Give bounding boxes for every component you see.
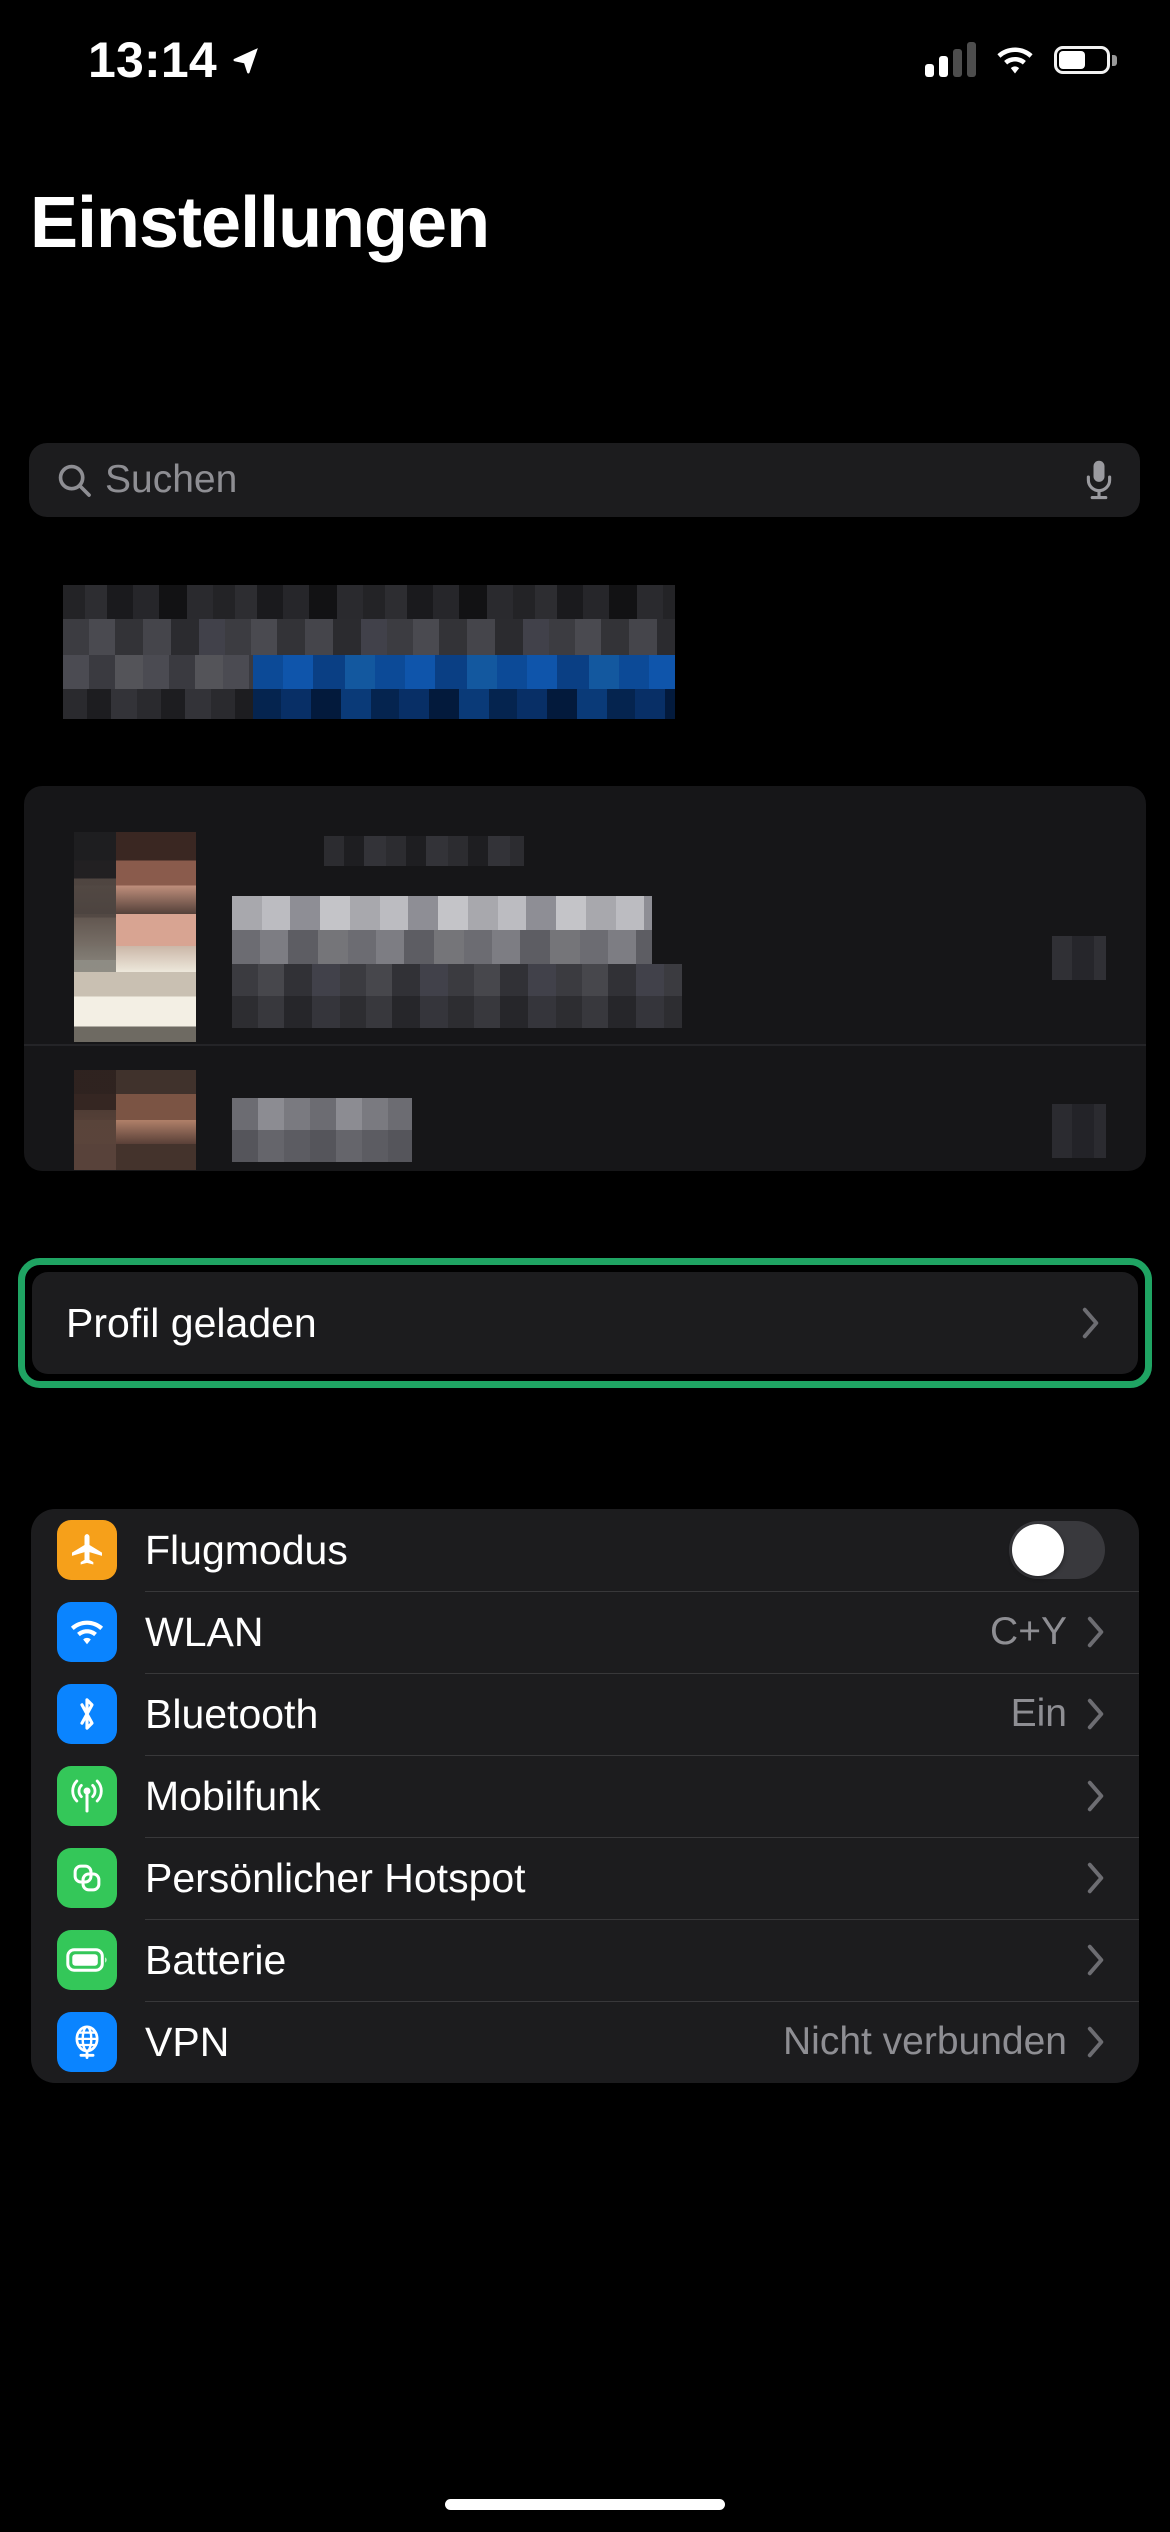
hotspot-link-icon xyxy=(57,1848,117,1908)
settings-row-bluetooth[interactable]: Bluetooth Ein xyxy=(31,1673,1139,1755)
chevron-right-icon xyxy=(1087,1780,1104,1812)
search-icon xyxy=(58,464,91,497)
microphone-icon[interactable] xyxy=(1084,458,1114,502)
wifi-icon xyxy=(997,47,1033,74)
vpn-globe-icon xyxy=(57,2012,117,2072)
settings-row-label: Mobilfunk xyxy=(145,1772,321,1819)
settings-row-batterie[interactable]: Batterie xyxy=(31,1919,1139,2001)
battery-icon xyxy=(57,1930,117,1990)
cellular-signal-icon xyxy=(925,42,976,77)
status-bar-left: 13:14 xyxy=(88,35,261,85)
redacted-banner[interactable] xyxy=(63,585,675,719)
page-title: Einstellungen xyxy=(30,183,490,263)
bluetooth-icon xyxy=(57,1684,117,1744)
settings-row-mobilfunk[interactable]: Mobilfunk xyxy=(31,1755,1139,1837)
settings-row-flugmodus[interactable]: Flugmodus xyxy=(31,1509,1139,1591)
status-bar-clock: 13:14 xyxy=(88,32,217,88)
profil-geladen-label: Profil geladen xyxy=(66,1299,317,1346)
chevron-right-icon xyxy=(1087,1862,1104,1894)
chevron-right-icon xyxy=(1087,1698,1104,1730)
chevron-right-icon xyxy=(1087,1616,1104,1648)
chevron-right-icon xyxy=(1082,1307,1099,1339)
settings-row-label: WLAN xyxy=(145,1608,264,1655)
settings-row-persoenlicher-hotspot[interactable]: Persönlicher Hotspot xyxy=(31,1837,1139,1919)
settings-row-value: C+Y xyxy=(990,1610,1067,1653)
settings-row-label: VPN xyxy=(145,2018,230,2065)
settings-row-value: Nicht verbunden xyxy=(782,2020,1067,2063)
status-bar: 13:14 xyxy=(0,0,1170,120)
search-input-placeholder[interactable]: Suchen xyxy=(105,458,1084,502)
settings-row-value: Ein xyxy=(1010,1692,1067,1735)
chevron-right-icon xyxy=(1087,1944,1104,1976)
status-bar-right xyxy=(925,42,1117,77)
settings-row-label: Batterie xyxy=(145,1936,287,1983)
settings-row-label: Bluetooth xyxy=(145,1690,319,1737)
settings-row-label: Persönlicher Hotspot xyxy=(145,1854,526,1901)
cellular-antenna-icon xyxy=(57,1766,117,1826)
settings-row-wlan[interactable]: WLAN C+Y xyxy=(31,1591,1139,1673)
settings-row-label: Flugmodus xyxy=(145,1526,348,1573)
airplane-icon xyxy=(57,1520,117,1580)
iphone-settings-screen: 13:14 Einstellungen Suchen Profil gelade… xyxy=(0,0,1170,2532)
wifi-icon xyxy=(57,1602,117,1662)
location-arrow-icon xyxy=(233,48,258,74)
settings-group-connectivity: Flugmodus WLAN C+Y Bluetooth Ein Mobilfu… xyxy=(31,1509,1139,2083)
sidebar-item-profil-geladen[interactable]: Profil geladen xyxy=(32,1272,1138,1374)
flugmodus-toggle[interactable] xyxy=(1009,1521,1105,1579)
home-indicator[interactable] xyxy=(445,2499,725,2510)
settings-row-vpn[interactable]: VPN Nicht verbunden xyxy=(31,2001,1139,2083)
chevron-right-icon xyxy=(1087,2026,1104,2058)
redacted-apple-id-cell[interactable] xyxy=(24,786,1146,1171)
search-field[interactable]: Suchen xyxy=(29,443,1140,517)
battery-icon xyxy=(1054,46,1117,74)
